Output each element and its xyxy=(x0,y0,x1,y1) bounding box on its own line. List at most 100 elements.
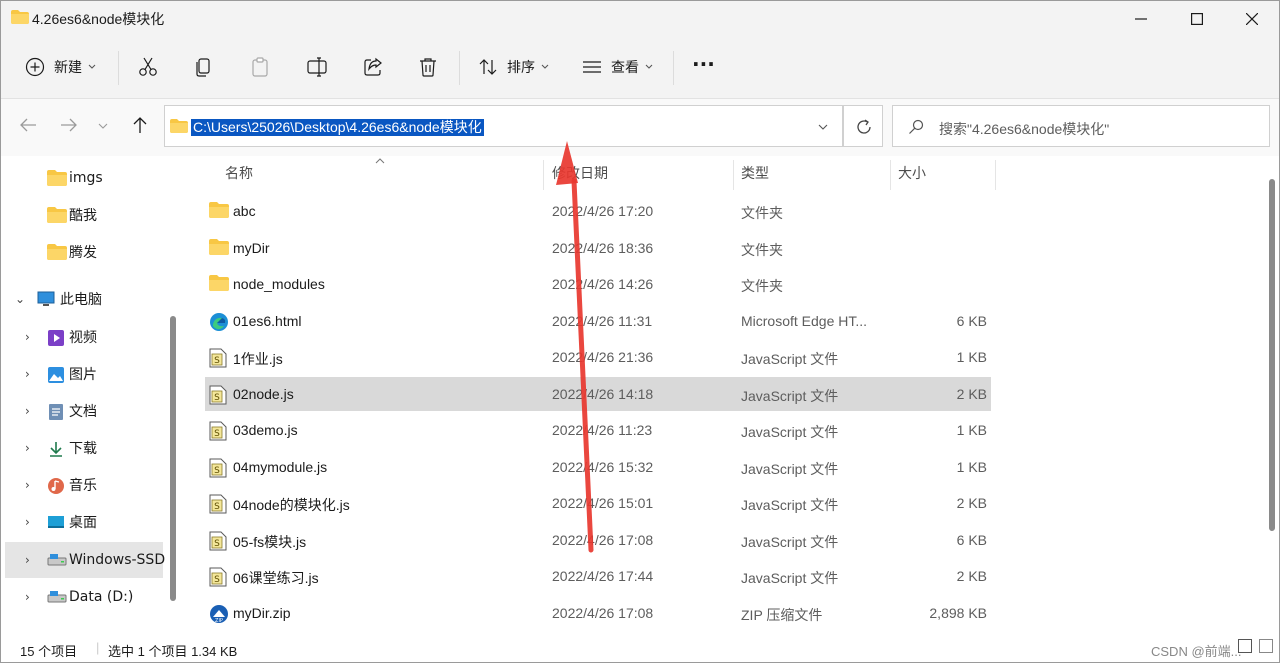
file-row[interactable]: S 04mymodule.js 2022/4/26 15:32 JavaScript … xyxy=(205,450,991,484)
sidebar-item-10[interactable]: › Windows-SSD xyxy=(5,542,165,578)
file-list-scrollbar[interactable] xyxy=(1269,179,1275,531)
sidebar-item-6[interactable]: › 文档 xyxy=(5,393,163,429)
forward-arrow-icon[interactable] xyxy=(60,117,78,133)
js-file-icon: S xyxy=(209,494,229,514)
title-bar: 4.26es6&node模块化 xyxy=(1,1,1279,37)
delete-button[interactable] xyxy=(418,53,438,81)
column-header-type[interactable]: 类型 xyxy=(741,156,769,190)
search-box[interactable]: 搜索"4.26es6&node模块化" xyxy=(892,105,1270,147)
view-list-icon xyxy=(583,61,601,73)
minimize-icon xyxy=(1135,18,1147,20)
sidebar-item-label: 腾发 xyxy=(69,245,97,261)
folder-icon xyxy=(11,10,29,24)
file-date: 2022/4/26 15:32 xyxy=(552,458,654,475)
chevron-right-icon[interactable]: › xyxy=(25,590,30,604)
file-row[interactable]: ZIP myDir.zip 2022/4/26 17:08 ZIP 压缩文件 2,898… xyxy=(205,596,991,630)
sidebar-scrollbar[interactable] xyxy=(170,316,176,601)
file-type: ZIP 压缩文件 xyxy=(741,606,823,623)
column-header-date[interactable]: 修改日期 xyxy=(552,156,608,190)
column-header-size[interactable]: 大小 xyxy=(898,156,926,190)
file-row[interactable]: S 06课堂练习.js 2022/4/26 17:44 JavaScript 文件 2 … xyxy=(205,559,991,593)
sort-button[interactable]: 排序 xyxy=(478,53,549,81)
back-arrow-icon[interactable] xyxy=(19,117,37,133)
folder-icon xyxy=(209,238,229,257)
sidebar-item-label: 桌面 xyxy=(69,515,97,531)
sidebar-item-2[interactable]: 腾发 xyxy=(5,234,163,270)
refresh-button[interactable] xyxy=(843,105,883,147)
address-bar[interactable]: C:\Users\25026\Desktop\4.26es6&node模块化 xyxy=(164,105,843,147)
view-button[interactable]: 查看 xyxy=(582,53,653,81)
file-name: myDir.zip xyxy=(233,604,291,621)
rename-button[interactable] xyxy=(306,53,328,81)
sidebar-item-4[interactable]: › 视频 xyxy=(5,319,163,355)
column-header-name[interactable]: 名称 xyxy=(225,156,253,190)
svg-text:S: S xyxy=(214,539,220,549)
file-row[interactable]: node_modules 2022/4/26 14:26 文件夹 xyxy=(205,267,991,301)
file-row[interactable]: S 04node的模块化.js 2022/4/26 15:01 JavaScript … xyxy=(205,486,991,520)
svg-text:S: S xyxy=(214,502,220,512)
file-row[interactable]: S 03demo.js 2022/4/26 11:23 JavaScript 文件 1 … xyxy=(205,413,991,447)
more-options-button[interactable]: ··· xyxy=(692,50,715,78)
folder-icon xyxy=(47,244,67,260)
rename-icon xyxy=(307,57,327,77)
sidebar-item-8[interactable]: › 音乐 xyxy=(5,467,163,503)
chevron-right-icon[interactable]: › xyxy=(25,515,30,529)
download-icon xyxy=(47,440,65,457)
file-size: 2 KB xyxy=(956,568,987,584)
file-row[interactable]: 01es6.html 2022/4/26 11:31 Microsoft Edge … xyxy=(205,304,991,338)
chevron-down-icon[interactable] xyxy=(818,124,828,130)
chevron-right-icon[interactable]: › xyxy=(25,478,30,492)
file-size: 1 KB xyxy=(956,458,987,475)
sort-button-label: 排序 xyxy=(507,60,535,76)
thumbnail-view-icon[interactable] xyxy=(1259,639,1273,653)
folder-icon xyxy=(209,275,229,293)
sidebar-item-3[interactable]: ⌄ 此电脑 xyxy=(5,281,163,317)
chevron-right-icon[interactable]: › xyxy=(25,553,30,567)
file-date: 2022/4/26 11:31 xyxy=(552,312,653,329)
paste-button[interactable] xyxy=(250,53,270,81)
sidebar-item-1[interactable]: 酷我 xyxy=(5,197,163,233)
sidebar-item-label: 音乐 xyxy=(69,478,97,494)
chevron-right-icon[interactable]: › xyxy=(25,404,30,418)
file-type: JavaScript 文件 xyxy=(741,387,839,404)
file-date: 2022/4/26 17:08 xyxy=(552,531,654,548)
file-type: JavaScript 文件 xyxy=(741,533,839,550)
maximize-button[interactable] xyxy=(1173,1,1221,37)
address-path-text[interactable]: C:\Users\25026\Desktop\4.26es6&node模块化 xyxy=(191,119,484,136)
file-row[interactable]: S 05-fs模块.js 2022/4/26 17:08 JavaScript 文件 6… xyxy=(205,523,991,557)
chevron-right-icon[interactable]: › xyxy=(25,441,30,455)
sidebar-item-9[interactable]: › 桌面 xyxy=(5,504,163,540)
minimize-button[interactable] xyxy=(1117,1,1165,37)
sidebar-item-7[interactable]: › 下载 xyxy=(5,430,163,466)
file-type: Microsoft Edge HT... xyxy=(741,312,868,329)
chevron-right-icon[interactable]: › xyxy=(25,367,30,381)
chevron-right-icon[interactable]: › xyxy=(25,330,30,344)
file-row[interactable]: myDir 2022/4/26 18:36 文件夹 xyxy=(205,231,991,265)
share-button[interactable] xyxy=(362,53,384,81)
recent-locations-chevron-icon[interactable] xyxy=(98,123,108,129)
sidebar-item-5[interactable]: › 图片 xyxy=(5,356,163,392)
js-file-icon: S xyxy=(209,458,229,477)
file-name: node_modules xyxy=(233,276,325,292)
folder-icon xyxy=(47,170,67,186)
sidebar-item-11[interactable]: › Data (D:) xyxy=(5,579,163,615)
file-row[interactable]: abc 2022/4/26 17:20 文件夹 xyxy=(205,194,991,228)
trash-icon xyxy=(420,58,436,77)
item-count: 15 个项目 xyxy=(20,644,78,659)
close-button[interactable] xyxy=(1228,1,1276,37)
file-date: 2022/4/26 21:36 xyxy=(552,349,654,365)
up-arrow-icon[interactable] xyxy=(132,116,148,134)
desktop-icon xyxy=(47,514,65,530)
sidebar-item-label: 此电脑 xyxy=(60,292,102,308)
drive-icon xyxy=(47,589,67,605)
folder-icon xyxy=(170,119,188,133)
file-row[interactable]: S 1作业.js 2022/4/26 21:36 JavaScript 文件 1 KB xyxy=(205,340,991,374)
cut-button[interactable] xyxy=(137,53,159,81)
music-icon xyxy=(47,477,65,494)
new-button[interactable]: 新建 xyxy=(25,53,96,81)
chevron-down-icon[interactable]: ⌄ xyxy=(15,292,25,306)
file-row[interactable]: S 02node.js 2022/4/26 14:18 JavaScript 文件 2 … xyxy=(205,376,991,411)
file-size: 6 KB xyxy=(956,312,987,329)
sidebar-item-0[interactable]: imgs xyxy=(5,160,163,196)
copy-button[interactable] xyxy=(194,53,214,81)
